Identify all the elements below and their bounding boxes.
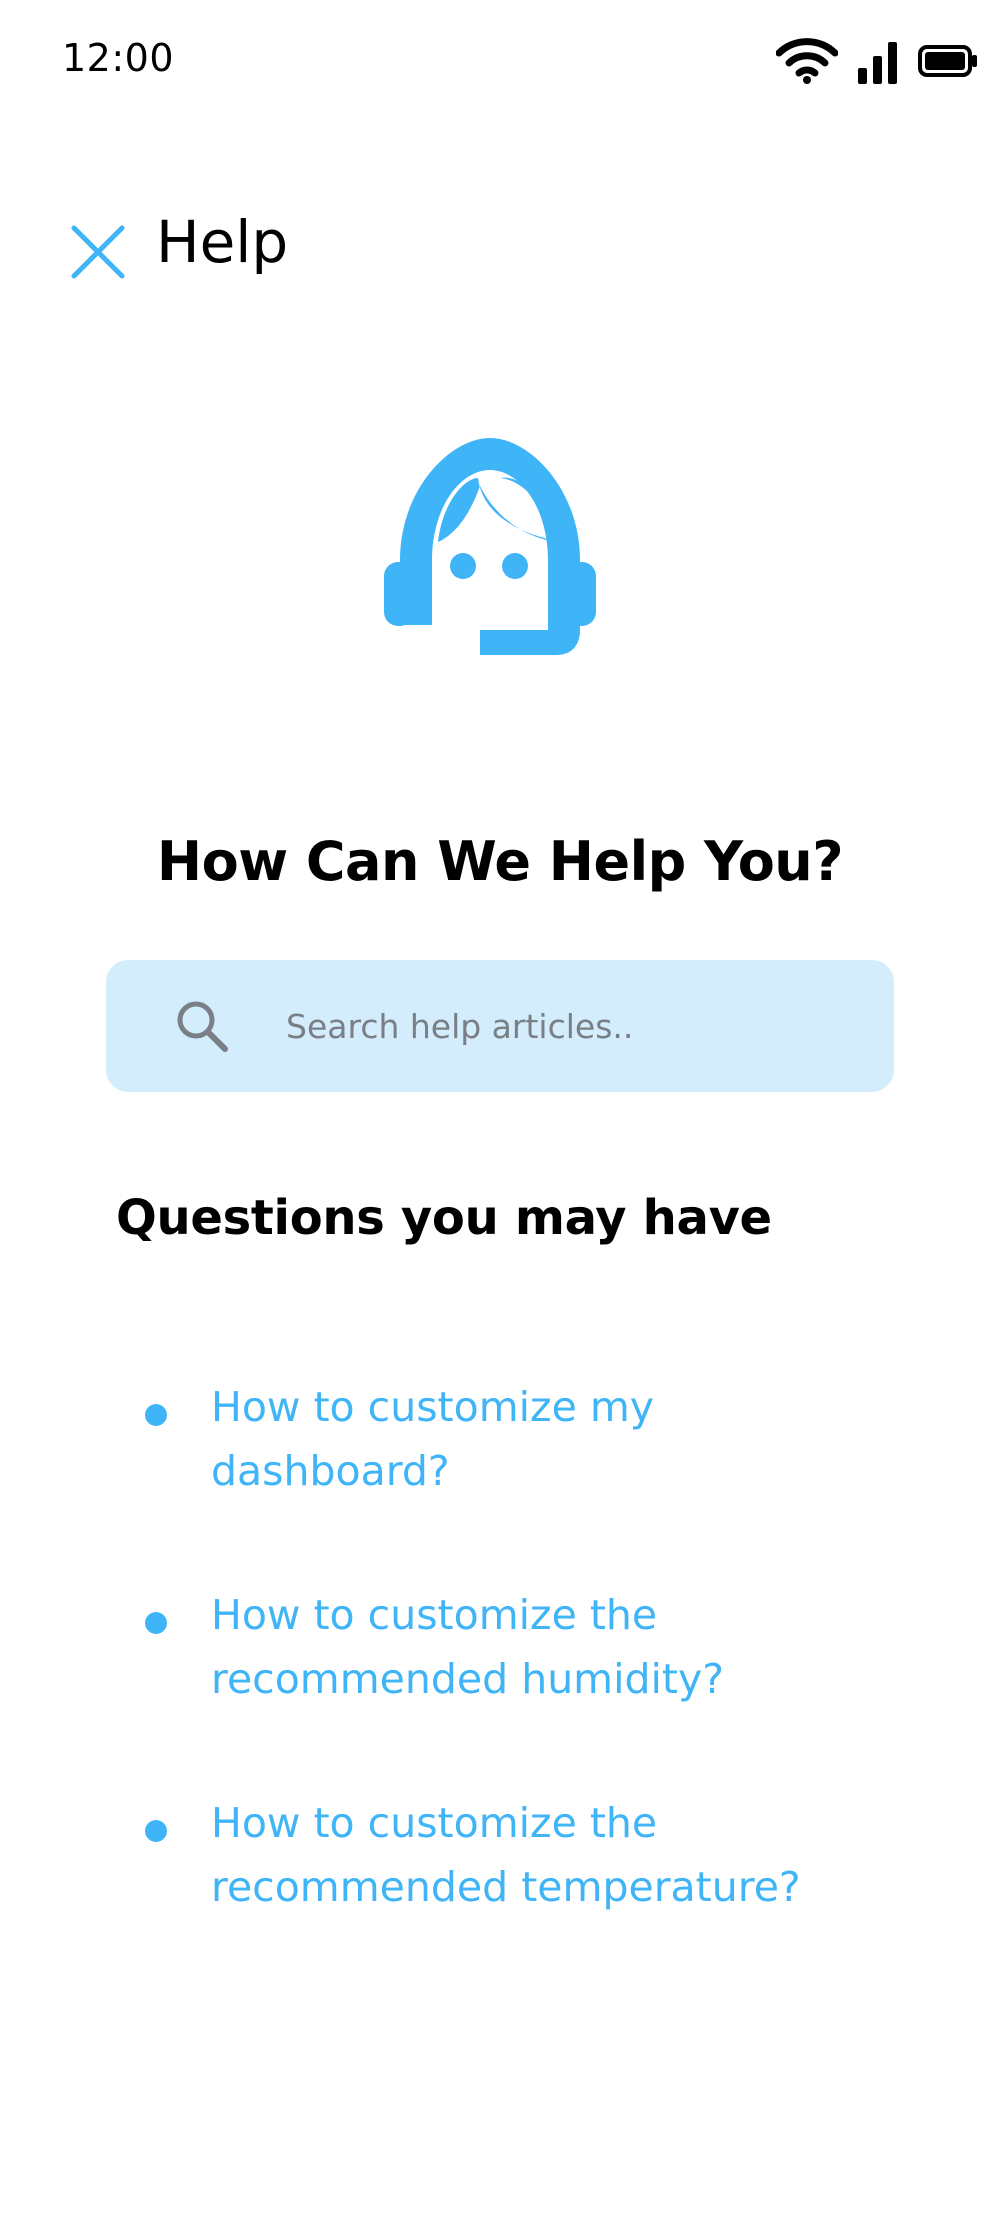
faq-line: dashboard? — [211, 1447, 450, 1495]
faq-line: recommended humidity? — [211, 1655, 725, 1703]
faq-line: recommended temperature? — [211, 1863, 801, 1911]
faq-item-dashboard[interactable]: How to customize my dashboard? — [0, 1375, 1000, 1583]
bullet-icon — [145, 1404, 167, 1426]
search-icon — [177, 1001, 228, 1052]
faq-line: How to customize the — [211, 1591, 658, 1639]
faq-link[interactable]: How to customize the recommended humidit… — [211, 1583, 911, 1711]
faq-item-temperature[interactable]: How to customize the recommended tempera… — [0, 1791, 1000, 1999]
faq-link[interactable]: How to customize the recommended tempera… — [211, 1791, 911, 1919]
status-icons — [776, 38, 978, 84]
faq-line: How to customize my — [211, 1383, 655, 1431]
faq-item-humidity[interactable]: How to customize the recommended humidit… — [0, 1583, 1000, 1791]
battery-icon — [918, 45, 977, 77]
app-header: Help — [0, 200, 1000, 290]
faq-link[interactable]: How to customize my dashboard? — [211, 1375, 911, 1503]
support-agent-icon — [384, 438, 596, 655]
bullet-icon — [145, 1820, 167, 1842]
search-box[interactable] — [106, 960, 894, 1092]
bullet-icon — [145, 1612, 167, 1634]
wifi-icon — [776, 38, 838, 84]
search-input[interactable] — [286, 960, 866, 1092]
faq-line: How to customize the — [211, 1799, 658, 1847]
close-button[interactable] — [66, 220, 130, 284]
close-icon — [71, 225, 125, 279]
support-agent-illustration — [360, 430, 620, 670]
status-time: 12:00 — [62, 36, 175, 80]
questions-section-title: Questions you may have — [116, 1190, 772, 1246]
status-bar: 12:00 — [0, 0, 1000, 124]
cellular-signal-icon — [858, 42, 897, 84]
faq-list: How to customize my dashboard? How to cu… — [0, 1375, 1000, 1999]
header-title: Help — [156, 208, 289, 276]
page-title: How Can We Help You? — [156, 830, 844, 893]
